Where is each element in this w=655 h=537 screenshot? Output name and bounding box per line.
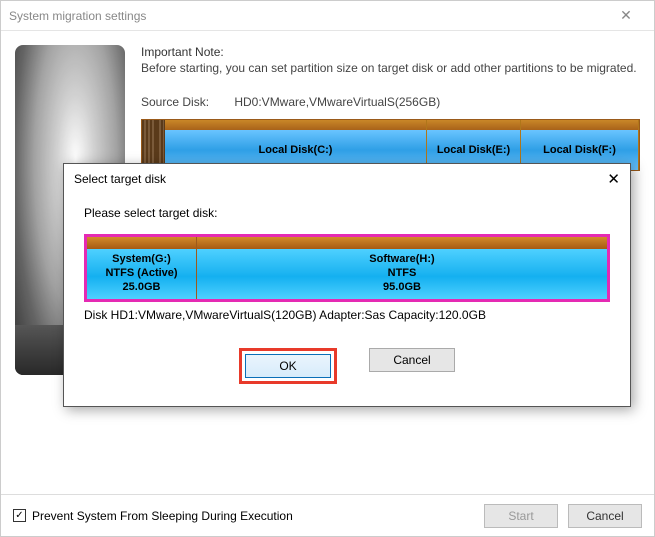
partition-size: 95.0GB (383, 281, 421, 295)
partition-fs: NTFS (388, 267, 417, 281)
partition-size: 25.0GB (123, 281, 161, 295)
source-disk-label: Source Disk: (141, 95, 231, 109)
modal-titlebar: Select target disk ✕ (64, 164, 630, 194)
parent-title: System migration settings (9, 9, 606, 23)
ok-button-highlight: OK (239, 348, 337, 384)
source-disk-value: HD0:VMware,VMwareVirtualS(256GB) (234, 95, 440, 109)
cancel-button[interactable]: Cancel (369, 348, 455, 372)
sleep-checkbox-label: Prevent System From Sleeping During Exec… (32, 509, 293, 523)
close-icon[interactable]: ✕ (606, 7, 646, 24)
note-text: Before starting, you can set partition s… (141, 61, 640, 77)
parent-footer: ✓ Prevent System From Sleeping During Ex… (1, 494, 654, 536)
partition-name: System(G:) (112, 253, 171, 267)
partition-name: Software(H:) (369, 253, 434, 267)
target-disk-map[interactable]: System(G:) NTFS (Active) 25.0GB Software… (87, 237, 607, 299)
partition-h[interactable]: Software(H:) NTFS 95.0GB (197, 237, 607, 299)
close-icon[interactable]: ✕ (590, 170, 620, 188)
parent-cancel-button[interactable]: Cancel (568, 504, 642, 528)
select-target-disk-dialog: Select target disk ✕ Please select targe… (63, 163, 631, 407)
sleep-checkbox[interactable]: ✓ (13, 509, 26, 522)
target-disk-highlight: System(G:) NTFS (Active) 25.0GB Software… (84, 234, 610, 302)
ok-button[interactable]: OK (245, 354, 331, 378)
target-disk-info: Disk HD1:VMware,VMwareVirtualS(120GB) Ad… (84, 308, 610, 322)
start-button[interactable]: Start (484, 504, 558, 528)
source-disk-row: Source Disk: HD0:VMware,VMwareVirtualS(2… (141, 95, 640, 109)
partition-g[interactable]: System(G:) NTFS (Active) 25.0GB (87, 237, 197, 299)
partition-fs: NTFS (Active) (105, 267, 177, 281)
modal-title: Select target disk (74, 172, 590, 186)
note-heading: Important Note: (141, 45, 640, 59)
modal-prompt: Please select target disk: (84, 206, 610, 220)
parent-titlebar: System migration settings ✕ (1, 1, 654, 31)
